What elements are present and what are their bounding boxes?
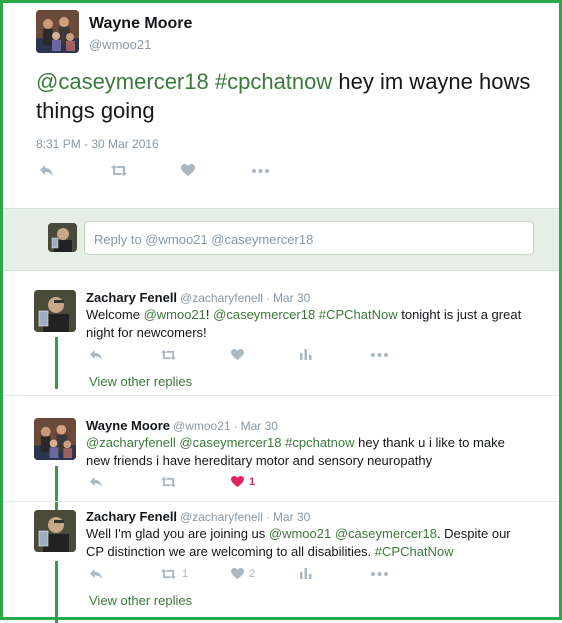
reply-date[interactable]: Mar 30 <box>241 419 278 433</box>
reply-button[interactable] <box>39 164 54 177</box>
analytics-icon <box>300 568 312 579</box>
reply-text: Welcome @wmoo21! @caseymercer18 #CPChatN… <box>86 306 526 342</box>
retweet-icon <box>110 164 128 177</box>
retweet-button[interactable] <box>160 476 177 488</box>
reply-icon <box>89 568 103 580</box>
main-tweet: Wayne Moore @wmoo21 @caseymercer18 #cpch… <box>3 3 559 208</box>
avatar[interactable] <box>34 418 76 460</box>
reply-icon <box>39 164 54 177</box>
reply-icon <box>89 476 103 488</box>
text-segment: Welcome <box>86 307 144 322</box>
hashtag-link[interactable]: #CPChatNow <box>319 307 398 322</box>
avatar[interactable] <box>34 290 76 332</box>
hashtag-link[interactable]: #cpchatnow <box>215 69 332 94</box>
mention-link[interactable]: @caseymercer18 <box>179 435 281 450</box>
reply-author: Zachary Fenell @zacharyfenell · Mar 30 <box>86 509 310 524</box>
author-name[interactable]: Zachary Fenell <box>86 290 177 305</box>
mention-link[interactable]: @caseymercer18 <box>335 526 437 541</box>
text-segment: Well I'm glad you are joining us <box>86 526 269 541</box>
timestamp[interactable]: 8:31 PM - 30 Mar 2016 <box>36 137 159 151</box>
thread-connector <box>55 337 58 389</box>
more-icon <box>371 353 388 357</box>
like-icon <box>231 476 244 488</box>
reply-text: Well I'm glad you are joining us @wmoo21… <box>86 525 526 561</box>
reply-input[interactable]: Reply to @wmoo21 @caseymercer18 <box>84 221 534 255</box>
retweet-icon <box>160 349 177 361</box>
separator-dot: · <box>233 419 238 433</box>
reply-button[interactable] <box>89 349 103 361</box>
current-user-avatar <box>48 223 77 252</box>
separator-dot: · <box>265 291 270 305</box>
reply-button[interactable] <box>89 476 103 488</box>
more-icon <box>252 169 269 173</box>
mention-link[interactable]: @wmoo21 <box>144 307 206 322</box>
author-handle[interactable]: @wmoo21 <box>89 37 151 52</box>
author-name[interactable]: Zachary Fenell <box>86 509 177 524</box>
hashtag-link[interactable]: #CPChatNow <box>375 544 454 559</box>
mention-link[interactable]: @caseymercer18 <box>36 69 209 94</box>
screenshot-frame: Wayne Moore @wmoo21 @caseymercer18 #cpch… <box>0 0 562 623</box>
like-icon <box>181 164 195 177</box>
like-button[interactable] <box>231 349 244 361</box>
like-button[interactable]: 2 <box>231 568 255 580</box>
view-other-replies-link[interactable]: View other replies <box>89 374 192 389</box>
reply-button[interactable] <box>89 568 103 580</box>
mention-link[interactable]: @wmoo21 <box>269 526 331 541</box>
reply-author: Wayne Moore @wmoo21 · Mar 30 <box>86 418 278 433</box>
more-icon <box>371 572 388 576</box>
reply-date[interactable]: Mar 30 <box>273 510 310 524</box>
avatar[interactable] <box>36 10 79 53</box>
more-button[interactable] <box>371 353 388 357</box>
mention-link[interactable]: @zacharyfenell <box>86 435 176 450</box>
reply-composer: Reply to @wmoo21 @caseymercer18 <box>3 208 559 271</box>
reply-date[interactable]: Mar 30 <box>273 291 310 305</box>
retweet-icon <box>160 568 177 580</box>
reply-icon <box>89 349 103 361</box>
like-icon <box>231 568 244 580</box>
like-button[interactable] <box>181 164 195 177</box>
mention-link[interactable]: @caseymercer18 <box>213 307 315 322</box>
like-icon <box>231 349 244 361</box>
tweet-text: @caseymercer18 #cpchatnow hey im wayne h… <box>36 67 536 125</box>
hashtag-link[interactable]: #cpchatnow <box>285 435 354 450</box>
like-count: 1 <box>249 476 256 488</box>
analytics-button[interactable] <box>300 568 312 579</box>
like-button[interactable]: 1 <box>231 476 255 488</box>
analytics-button[interactable] <box>300 349 312 360</box>
separator-dot: · <box>265 510 270 524</box>
reply-author: Zachary Fenell @zacharyfenell · Mar 30 <box>86 290 310 305</box>
retweet-count: 1 <box>182 568 189 580</box>
more-button[interactable] <box>252 169 269 173</box>
more-button[interactable] <box>371 572 388 576</box>
author-handle[interactable]: @zacharyfenell <box>180 291 263 305</box>
divider <box>3 395 559 396</box>
thread-connector <box>55 561 58 623</box>
author-handle[interactable]: @zacharyfenell <box>180 510 263 524</box>
retweet-button[interactable] <box>110 164 128 177</box>
author-handle[interactable]: @wmoo21 <box>173 419 231 433</box>
analytics-icon <box>300 349 312 360</box>
avatar[interactable] <box>34 510 76 552</box>
reply-text: @zacharyfenell @caseymercer18 #cpchatnow… <box>86 434 526 470</box>
author-name[interactable]: Wayne Moore <box>86 418 170 433</box>
retweet-button[interactable]: 1 <box>160 568 188 580</box>
divider <box>3 501 559 502</box>
author-name[interactable]: Wayne Moore <box>89 15 192 33</box>
retweet-icon <box>160 476 177 488</box>
retweet-button[interactable] <box>160 349 177 361</box>
view-other-replies-link[interactable]: View other replies <box>89 593 192 608</box>
like-count: 2 <box>249 568 256 580</box>
